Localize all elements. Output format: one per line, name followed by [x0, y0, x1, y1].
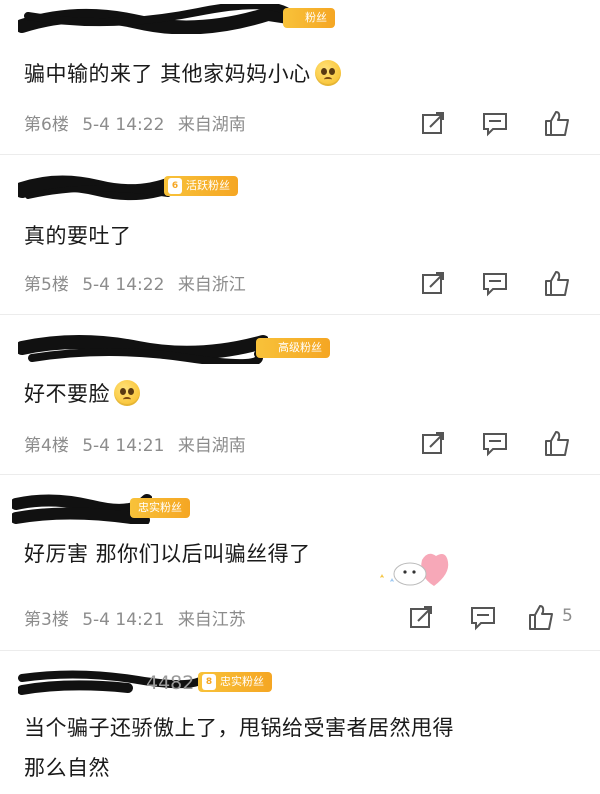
- pleading-face-emoji: [114, 380, 140, 406]
- comment-location: 来自江苏: [177, 610, 246, 630]
- comment-text-content: 骗中输的来了 其他家妈妈小心: [24, 62, 311, 86]
- comment-text: 真的要吐了: [24, 220, 132, 250]
- comment-date: 5-4 14:21: [82, 436, 165, 456]
- comment-header: 粉丝: [18, 4, 578, 34]
- comment-header: 忠实粉丝: [12, 494, 578, 524]
- share-icon[interactable]: [418, 428, 448, 458]
- floor-number: 第3楼: [24, 610, 69, 630]
- comment-header: 高级粉丝: [18, 334, 578, 364]
- comment-text-content: 好不要脸: [24, 382, 110, 406]
- comment-meta: 第5楼 5-4 14:22 来自浙江: [24, 270, 254, 295]
- floor-number: 第5楼: [24, 275, 69, 295]
- comment-date: 5-4 14:21: [82, 610, 165, 630]
- comment-meta: 第6楼 5-4 14:22 来自湖南: [24, 110, 254, 135]
- comment-actions: [418, 428, 578, 458]
- comment-text-line1: 当个骗子还骄傲上了，甩锅给受害者居然甩得: [24, 716, 454, 740]
- like-icon[interactable]: [542, 428, 572, 458]
- fan-badge-label: 高级粉丝: [278, 341, 322, 354]
- comment-header: 4482 8 忠实粉丝: [18, 668, 578, 698]
- share-icon[interactable]: [406, 602, 436, 632]
- badge-level: 8: [202, 674, 216, 690]
- pleading-face-emoji: [314, 60, 341, 86]
- comment-meta: 第3楼 5-4 14:21 来自江苏: [24, 605, 254, 630]
- redacted-username: [18, 175, 178, 201]
- divider: [0, 650, 600, 651]
- redacted-username: [18, 4, 315, 34]
- cartoon-sticker: [380, 553, 449, 586]
- comment-actions: [418, 108, 578, 138]
- fan-badge-label: 活跃粉丝: [186, 179, 230, 192]
- divider: [0, 314, 600, 315]
- comment-icon[interactable]: [480, 268, 510, 298]
- comment-icon[interactable]: [480, 428, 510, 458]
- redacted-username: [18, 335, 268, 364]
- fan-badge-label: 忠实粉丝: [220, 675, 264, 688]
- fan-badge: 8 忠实粉丝: [198, 672, 272, 692]
- username[interactable]: 4482: [146, 672, 194, 694]
- comment-actions: [418, 268, 578, 298]
- like-icon[interactable]: [526, 602, 556, 632]
- share-icon[interactable]: [418, 108, 448, 138]
- badge-level: 6: [168, 178, 182, 194]
- comment-location: 来自浙江: [177, 275, 246, 295]
- comment-text-content: 好厉害 那你们以后叫骗丝得了: [24, 542, 311, 566]
- divider: [0, 154, 600, 155]
- comment-icon[interactable]: [480, 108, 510, 138]
- comment-location: 来自湖南: [177, 115, 246, 135]
- like-icon[interactable]: [542, 108, 572, 138]
- comment-text: 好不要脸: [24, 378, 140, 408]
- comment-date: 5-4 14:22: [82, 115, 165, 135]
- like-count: 5: [562, 606, 573, 626]
- comment-text: 好厉害 那你们以后叫骗丝得了: [24, 538, 311, 568]
- comment-location: 来自湖南: [177, 436, 246, 456]
- comment-text-line2: 那么自然: [24, 756, 110, 780]
- comment-meta: 第4楼 5-4 14:21 来自湖南: [24, 431, 254, 456]
- fan-badge-label: 忠实粉丝: [138, 501, 182, 514]
- comment-text: 当个骗子还骄傲上了，甩锅给受害者居然甩得: [24, 712, 454, 742]
- comment-header: 6 活跃粉丝: [18, 172, 578, 202]
- comment-text: 那么自然: [24, 752, 110, 782]
- comment-date: 5-4 14:22: [82, 275, 165, 295]
- share-icon[interactable]: [418, 268, 448, 298]
- floor-number: 第4楼: [24, 436, 69, 456]
- fan-badge: 粉丝: [283, 8, 335, 28]
- comment-text: 骗中输的来了 其他家妈妈小心: [24, 58, 341, 88]
- comment-icon[interactable]: [468, 602, 498, 632]
- like-icon[interactable]: [542, 268, 572, 298]
- divider: [0, 474, 600, 475]
- floor-number: 第6楼: [24, 115, 69, 135]
- fan-badge: 6 活跃粉丝: [164, 176, 238, 196]
- fan-badge-label: 粉丝: [305, 11, 327, 24]
- fan-badge: 忠实粉丝: [130, 498, 190, 518]
- comment-actions: 5: [406, 602, 584, 632]
- fan-badge: 高级粉丝: [256, 338, 330, 358]
- comment-text-content: 真的要吐了: [24, 224, 132, 248]
